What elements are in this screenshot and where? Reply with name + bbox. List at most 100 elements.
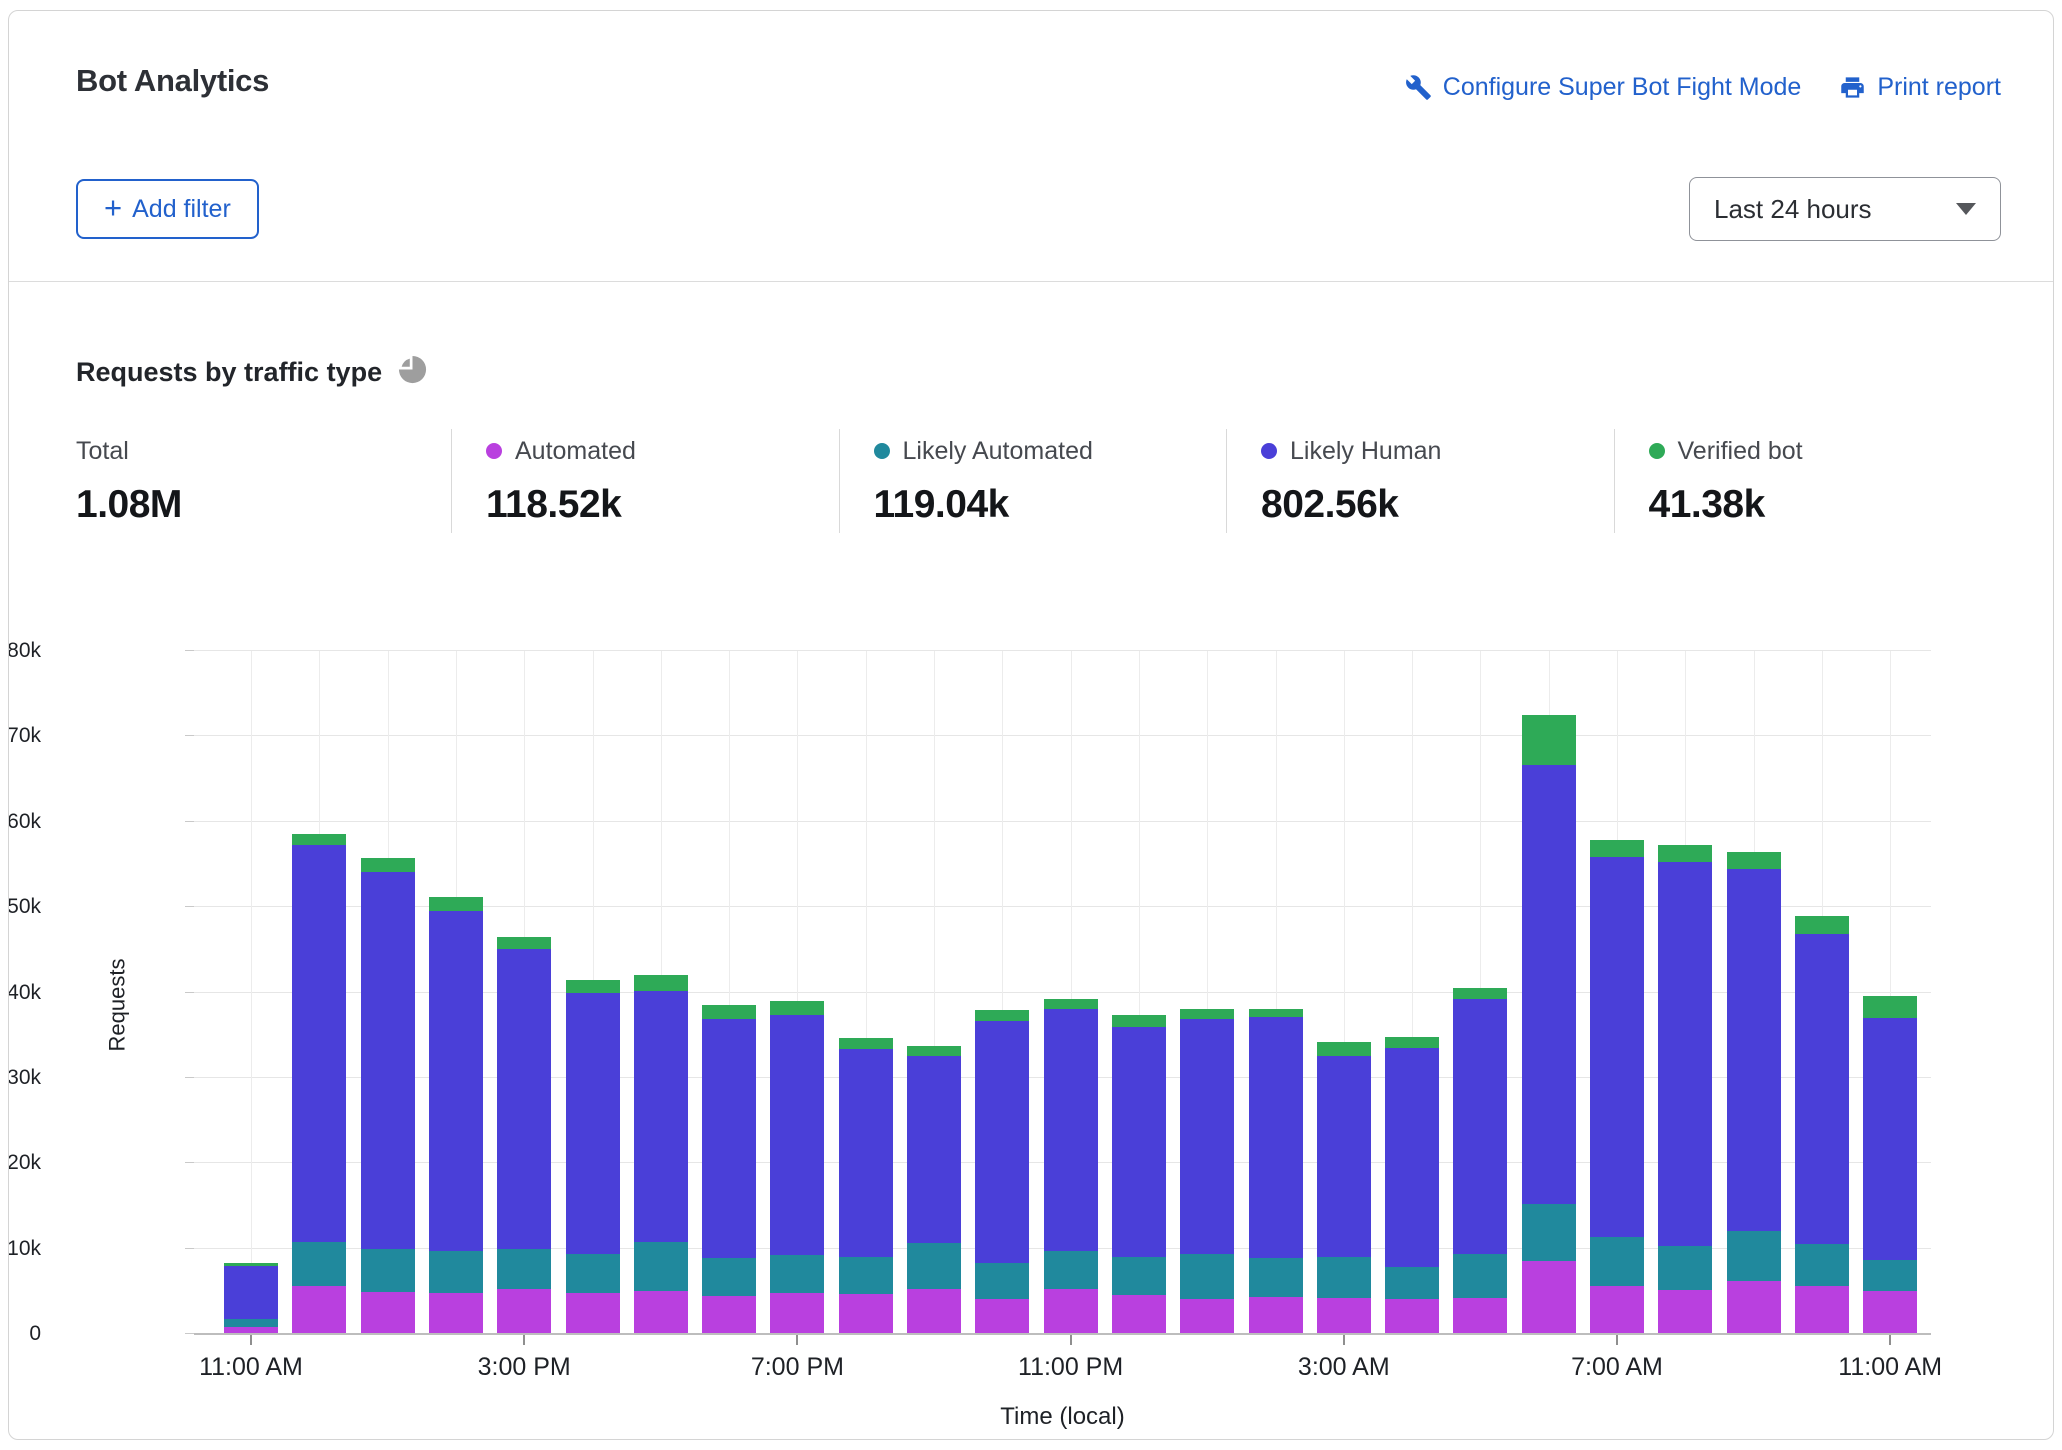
segment-likely-automated	[1863, 1260, 1917, 1292]
segment-automated	[634, 1291, 688, 1333]
stat-automated: Automated 118.52k	[451, 429, 839, 533]
segment-likely-automated	[634, 1242, 688, 1292]
automated-dot-icon	[486, 443, 502, 459]
x-tick-mark	[1343, 1334, 1345, 1345]
x-tick-label: 7:00 PM	[751, 1353, 844, 1382]
chart-bar[interactable]	[634, 975, 688, 1333]
chart-bar[interactable]	[1795, 916, 1849, 1333]
y-tick-label: 10k	[8, 1237, 41, 1261]
printer-icon	[1839, 74, 1866, 101]
y-tick-mark	[185, 821, 194, 822]
segment-likely-automated	[1180, 1254, 1234, 1299]
chart-bar[interactable]	[1727, 852, 1781, 1333]
configure-link-label: Configure Super Bot Fight Mode	[1443, 73, 1802, 102]
segment-verified-bot	[1317, 1042, 1371, 1057]
time-range-value: Last 24 hours	[1714, 194, 1872, 225]
segment-automated	[839, 1294, 893, 1333]
stat-total-label: Total	[76, 437, 129, 466]
segment-automated	[1522, 1261, 1576, 1333]
segment-verified-bot	[839, 1038, 893, 1049]
y-tick-label: 70k	[8, 724, 41, 748]
segment-likely-automated	[770, 1255, 824, 1293]
chart-bar[interactable]	[1590, 840, 1644, 1333]
y-tick-label: 30k	[8, 1066, 41, 1090]
chart-bar[interactable]	[1863, 996, 1917, 1333]
chart-bar[interactable]	[429, 897, 483, 1333]
chart-bar[interactable]	[361, 858, 415, 1334]
chart-bar[interactable]	[907, 1046, 961, 1333]
stat-automated-value: 118.52k	[486, 483, 839, 527]
x-tick-label: 11:00 PM	[1018, 1353, 1123, 1382]
segment-verified-bot	[1590, 840, 1644, 858]
add-filter-button[interactable]: + Add filter	[76, 179, 259, 239]
segment-likely-automated	[224, 1319, 278, 1328]
segment-automated	[429, 1293, 483, 1333]
segment-verified-bot	[1453, 988, 1507, 999]
chart-bar[interactable]	[1522, 715, 1576, 1333]
segment-verified-bot	[770, 1001, 824, 1016]
chart-bar[interactable]	[702, 1005, 756, 1333]
time-range-dropdown[interactable]: Last 24 hours	[1689, 177, 2001, 241]
chart-bar[interactable]	[1385, 1037, 1439, 1333]
segment-verified-bot	[1863, 996, 1917, 1018]
configure-super-bot-fight-mode-link[interactable]: Configure Super Bot Fight Mode	[1405, 73, 1802, 102]
segment-likely-human	[1249, 1017, 1303, 1258]
y-tick-label: 40k	[8, 981, 41, 1005]
segment-likely-human	[975, 1021, 1029, 1263]
chart-bar[interactable]	[839, 1038, 893, 1333]
segment-likely-automated	[1044, 1251, 1098, 1289]
stat-total: Total 1.08M	[76, 429, 451, 533]
x-gridline	[251, 651, 252, 1334]
segment-likely-human	[497, 949, 551, 1250]
wrench-icon	[1405, 74, 1432, 101]
segment-automated	[1044, 1289, 1098, 1333]
segment-likely-human	[1863, 1018, 1917, 1260]
add-filter-label: Add filter	[132, 195, 231, 224]
chart-bar[interactable]	[1249, 1009, 1303, 1333]
print-report-link[interactable]: Print report	[1839, 73, 2001, 102]
chart-bar[interactable]	[1112, 1015, 1166, 1333]
chart-bar[interactable]	[975, 1010, 1029, 1333]
segment-automated	[1658, 1290, 1712, 1333]
chart-bar[interactable]	[497, 937, 551, 1333]
chart-bar[interactable]	[566, 980, 620, 1333]
chart-bar[interactable]	[1044, 999, 1098, 1333]
chart-bar[interactable]	[770, 1001, 824, 1333]
chart-bar[interactable]	[1658, 845, 1712, 1333]
chart-bar[interactable]	[224, 1263, 278, 1333]
segment-likely-automated	[1590, 1237, 1644, 1287]
page-title: Bot Analytics	[76, 63, 269, 99]
segment-likely-automated	[975, 1263, 1029, 1299]
segment-likely-human	[770, 1015, 824, 1255]
segment-likely-human	[634, 991, 688, 1242]
segment-automated	[1590, 1286, 1644, 1333]
x-tick-mark	[1889, 1334, 1891, 1345]
chart-bar[interactable]	[1317, 1042, 1371, 1333]
segment-verified-bot	[1044, 999, 1098, 1008]
segment-automated	[566, 1293, 620, 1333]
segment-automated	[975, 1299, 1029, 1333]
segment-likely-automated	[429, 1251, 483, 1293]
segment-likely-human	[224, 1266, 278, 1319]
segment-likely-human	[1112, 1027, 1166, 1258]
stat-likely-automated-label: Likely Automated	[903, 437, 1093, 466]
segment-verified-bot	[1658, 845, 1712, 862]
stat-verified-bot-value: 41.38k	[1649, 483, 2002, 527]
x-tick-mark	[796, 1334, 798, 1345]
segment-likely-human	[839, 1049, 893, 1257]
segment-likely-human	[1317, 1056, 1371, 1257]
segment-likely-human	[292, 845, 346, 1242]
segment-likely-automated	[1453, 1254, 1507, 1298]
segment-likely-human	[1658, 862, 1712, 1246]
segment-likely-human	[907, 1056, 961, 1244]
segment-likely-human	[1180, 1019, 1234, 1254]
likely-human-dot-icon	[1261, 443, 1277, 459]
chart-bar[interactable]	[292, 834, 346, 1333]
y-tick-label: 50k	[8, 895, 41, 919]
segment-likely-human	[1385, 1048, 1439, 1267]
chart-bar[interactable]	[1453, 988, 1507, 1333]
segment-likely-automated	[1795, 1244, 1849, 1286]
chart-bar[interactable]	[1180, 1009, 1234, 1333]
stat-likely-human-label: Likely Human	[1290, 437, 1441, 466]
verified-bot-dot-icon	[1649, 443, 1665, 459]
